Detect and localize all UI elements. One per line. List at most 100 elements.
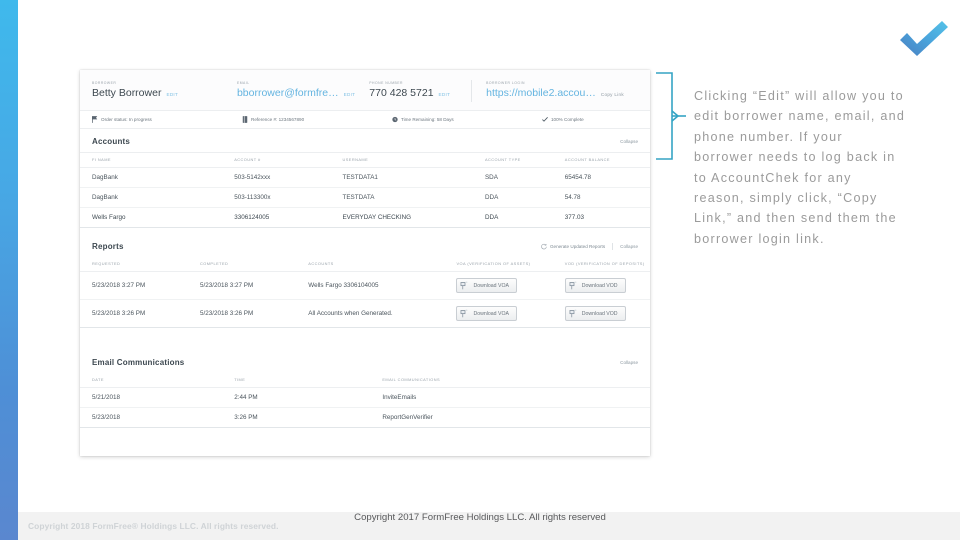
accounts-col-username: USERNAME xyxy=(336,153,479,168)
cell-account-balance: 377.03 xyxy=(558,207,650,228)
cell-accounts: All Accounts when Generated. xyxy=(302,299,451,328)
email-communications-section: Email Communications Collapse DATE TIME … xyxy=(80,350,650,428)
reports-section: Reports Generate Updated Reports Collaps… xyxy=(80,234,650,328)
cell-vod: Download VOD xyxy=(558,299,650,328)
phone-field: PHONE NUMBER 770 428 5721 Edit xyxy=(369,80,471,102)
cell-completed: 5/23/2018 3:27 PM xyxy=(194,271,303,300)
order-status-bar: Order status: In progress Reference #: 1… xyxy=(80,110,650,129)
cell-communication: ReportGenVerifier xyxy=(376,407,650,428)
reports-title: Reports xyxy=(92,242,124,251)
accounts-section: Accounts Collapse FI NAME ACCOUNT # USER… xyxy=(80,129,650,228)
email-col-date: DATE xyxy=(80,373,229,388)
cell-fi-name: Wells Fargo xyxy=(80,207,229,228)
table-row[interactable]: Wells Fargo 3306124005 EVERYDAY CHECKING… xyxy=(80,207,650,228)
cell-account-number: 503-113300x xyxy=(228,187,337,208)
download-vod-button[interactable]: Download VOD xyxy=(564,306,626,321)
email-col-communications: EMAIL COMMUNICATIONS xyxy=(376,373,650,388)
edit-phone-link[interactable]: Edit xyxy=(439,87,451,102)
cell-date: 5/23/2018 xyxy=(80,407,229,428)
email-communications-table: DATE TIME EMAIL COMMUNICATIONS 5/21/2018… xyxy=(80,373,650,428)
cell-account-number: 503-5142xxx xyxy=(228,167,337,188)
accounts-section-header: Accounts Collapse xyxy=(80,129,650,152)
borrower-value-row: Betty Borrower Edit xyxy=(92,86,223,102)
copy-link-button[interactable]: Copy Link xyxy=(601,87,624,102)
email-value-row: bborrower@formfre… Edit xyxy=(237,86,355,102)
download-vod-label: Download VOD xyxy=(581,310,618,317)
cell-fi-name: DagBank xyxy=(80,187,229,208)
document-download-icon xyxy=(569,309,576,318)
status-order-status-text: Order status: In progress xyxy=(101,117,152,122)
table-row[interactable]: DagBank 503-113300x TESTDATA DDA 54.78 xyxy=(80,187,650,208)
cell-account-number: 3306124005 xyxy=(228,207,337,228)
download-voa-button[interactable]: Download VOA xyxy=(456,306,517,321)
cell-requested: 5/23/2018 3:27 PM xyxy=(80,271,194,300)
download-vod-button[interactable]: Download VOD xyxy=(564,278,626,293)
download-voa-label: Download VOA xyxy=(473,310,509,317)
cell-account-balance: 65454.78 xyxy=(558,167,650,188)
left-accent-bar xyxy=(0,0,18,540)
slide-caption: Clicking “Edit” will allow you to edit b… xyxy=(694,89,906,246)
reports-actions: Generate Updated Reports Collapse xyxy=(541,243,638,250)
email-header-row: DATE TIME EMAIL COMMUNICATIONS xyxy=(80,373,650,388)
flag-icon xyxy=(92,116,98,123)
borrower-identity-bar: BORROWER Betty Borrower Edit EMAIL bborr… xyxy=(80,70,650,110)
status-time-remaining-text: Time Remaining: 58 Days xyxy=(401,117,454,122)
borrower-field: BORROWER Betty Borrower Edit xyxy=(92,80,237,102)
email-communications-title: Email Communications xyxy=(92,358,185,367)
generate-updated-reports-button[interactable]: Generate Updated Reports xyxy=(541,243,605,250)
cell-communication: InviteEmails xyxy=(376,387,650,408)
table-row[interactable]: 5/23/2018 3:26 PM ReportGenVerifier xyxy=(80,407,650,428)
cell-username: TESTDATA xyxy=(336,187,479,208)
email-communications-collapse-link[interactable]: Collapse xyxy=(620,360,638,365)
borrower-name: Betty Borrower xyxy=(92,87,162,99)
cell-account-type: SDA xyxy=(478,167,559,188)
edit-borrower-link[interactable]: Edit xyxy=(166,87,178,102)
cell-accounts: Wells Fargo 3306104005 xyxy=(302,271,451,300)
status-order-status: Order status: In progress xyxy=(92,116,242,123)
accounts-header-row: FI NAME ACCOUNT # USERNAME ACCOUNT TYPE … xyxy=(80,153,650,168)
status-reference-text: Reference #: 1234567890 xyxy=(251,117,305,122)
table-row[interactable]: 5/21/2018 2:44 PM InviteEmails xyxy=(80,387,650,408)
reports-section-header: Reports Generate Updated Reports Collaps… xyxy=(80,234,650,257)
check-icon xyxy=(542,117,548,122)
status-complete-text: 100% Complete xyxy=(551,117,584,122)
reports-col-vod: VOD (VERIFICATION OF DEPOSITS) xyxy=(558,257,650,272)
email-field: EMAIL bborrower@formfre… Edit xyxy=(237,80,369,102)
accountchek-screenshot: BORROWER Betty Borrower Edit EMAIL bborr… xyxy=(80,70,650,456)
accounts-col-fi-name: FI NAME xyxy=(80,153,229,168)
download-voa-button[interactable]: Download VOA xyxy=(456,278,517,293)
email-communications-header: Email Communications Collapse xyxy=(80,350,650,373)
borrower-login-url: https://mobile2.accou… xyxy=(486,87,596,99)
table-row[interactable]: 5/23/2018 3:26 PM 5/23/2018 3:26 PM All … xyxy=(80,299,650,328)
reports-col-completed: COMPLETED xyxy=(194,257,303,272)
document-download-icon xyxy=(569,281,576,290)
cell-requested: 5/23/2018 3:26 PM xyxy=(80,299,194,328)
accounts-col-account-balance: ACCOUNT BALANCE xyxy=(558,153,650,168)
accounts-collapse-link[interactable]: Collapse xyxy=(620,139,638,144)
book-icon xyxy=(242,116,248,123)
cell-account-type: DDA xyxy=(478,207,559,228)
phone-value: 770 428 5721 xyxy=(369,87,434,99)
callout-bracket xyxy=(656,72,686,160)
email-col-time: TIME xyxy=(228,373,377,388)
cell-vod: Download VOD xyxy=(558,271,650,300)
reports-col-voa: VOA (VERIFICATION OF ASSETS) xyxy=(450,257,559,272)
cell-username: TESTDATA1 xyxy=(336,167,479,188)
clock-icon xyxy=(392,116,398,123)
edit-email-link[interactable]: Edit xyxy=(344,87,356,102)
checkmark-icon xyxy=(900,21,948,56)
table-row[interactable]: DagBank 503-5142xxx TESTDATA1 SDA 65454.… xyxy=(80,167,650,188)
action-divider xyxy=(612,243,614,250)
document-download-icon xyxy=(461,281,468,290)
reports-collapse-link[interactable]: Collapse xyxy=(620,244,638,249)
accounts-title: Accounts xyxy=(92,137,131,146)
cell-date: 5/21/2018 xyxy=(80,387,229,408)
cell-username: EVERYDAY CHECKING xyxy=(336,207,479,228)
cell-time: 2:44 PM xyxy=(228,387,377,408)
reports-col-accounts: ACCOUNTS xyxy=(302,257,451,272)
table-row[interactable]: 5/23/2018 3:27 PM 5/23/2018 3:27 PM Well… xyxy=(80,271,650,300)
phone-value-row: 770 428 5721 Edit xyxy=(369,86,457,102)
refresh-icon xyxy=(541,243,547,250)
accounts-col-account-type: ACCOUNT TYPE xyxy=(478,153,559,168)
generate-updated-reports-label: Generate Updated Reports xyxy=(549,244,606,249)
